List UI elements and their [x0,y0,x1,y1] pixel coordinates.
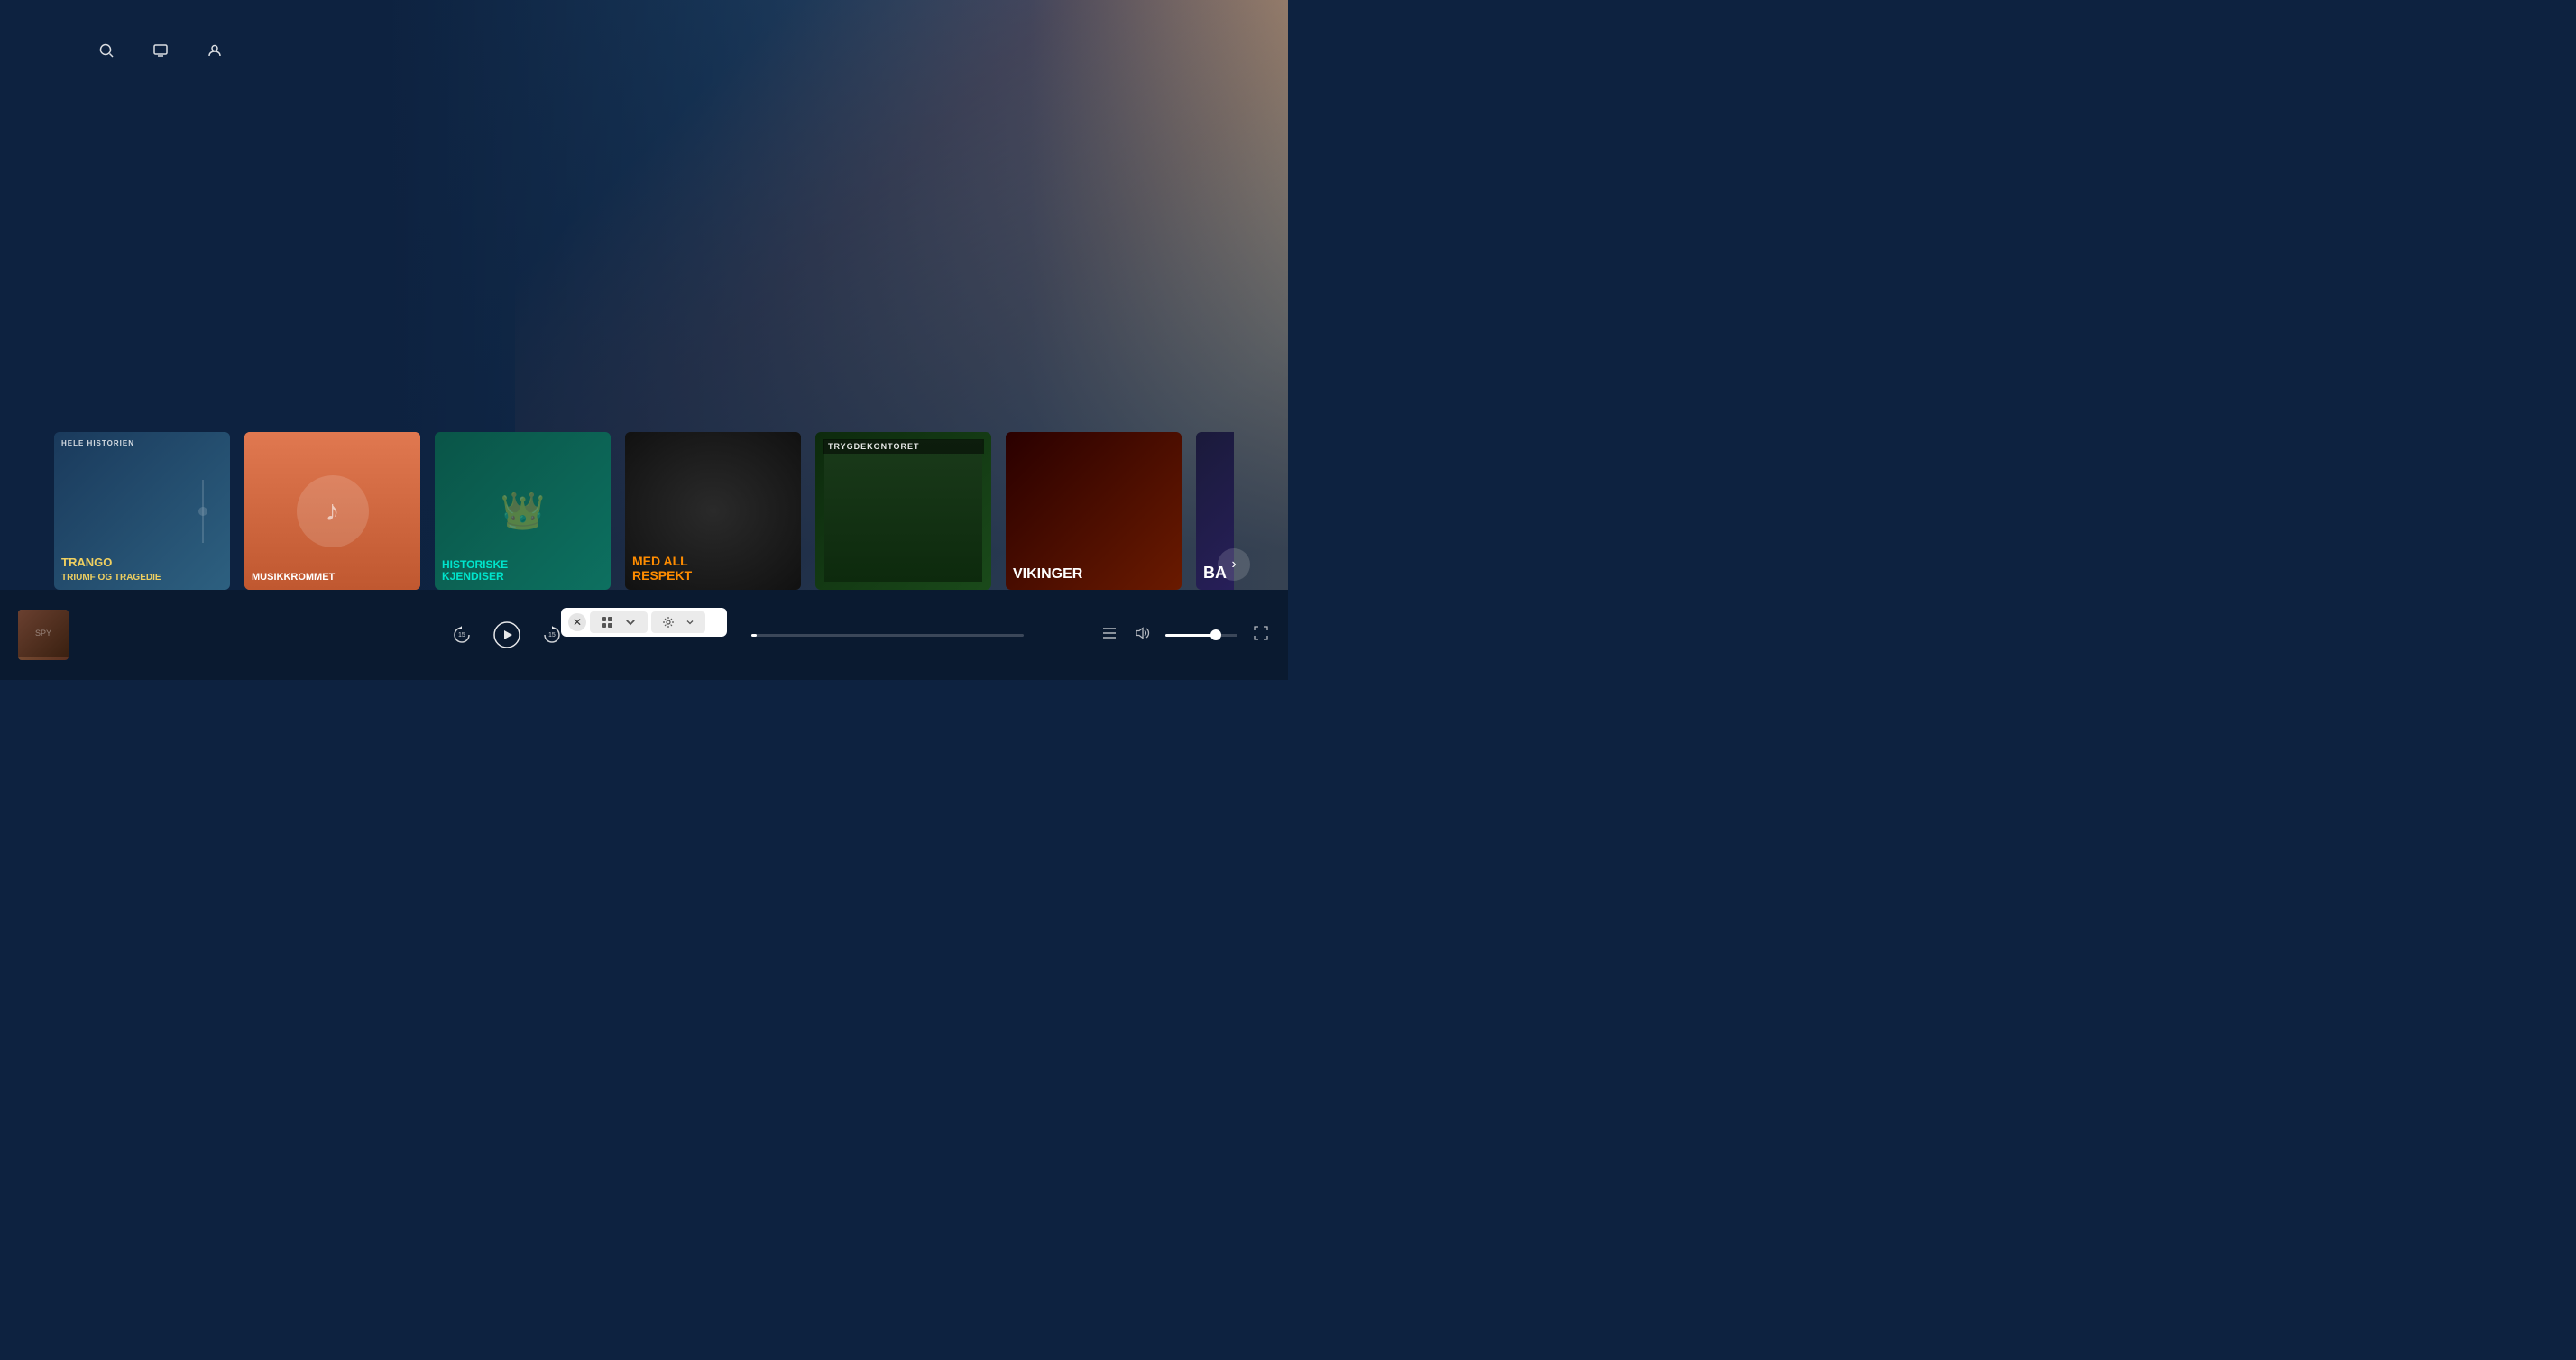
svg-text:15: 15 [548,632,556,639]
chevron-right-icon: › [1231,556,1236,573]
carousel-item-trango[interactable]: HELE HISTORIEN TRANGOTRIUMF OG TRAGEDIE [54,432,230,590]
top-bar [0,0,1288,14]
carousel-next-button[interactable]: › [1218,548,1250,581]
preset-button[interactable] [590,611,648,633]
main-nav [97,41,231,60]
card-title-historiske: HISTORISKEKJENDISER [442,559,603,583]
player-progress-area [711,634,1082,637]
nav-direct[interactable] [152,41,177,60]
card-title-med-all: MED ALLRESPEKT [632,555,794,583]
search-icon [97,41,115,60]
svg-text:15: 15 [458,632,465,639]
carousel-item-historiske[interactable]: 👑 HISTORISKEKJENDISER [435,432,611,590]
user-icon [206,41,224,60]
card-title-trango: TRANGOTRIUMF OG TRAGEDIE [61,556,223,583]
volume-slider[interactable] [1165,634,1237,637]
nav-explore[interactable] [97,41,123,60]
carousel-items: HELE HISTORIEN TRANGOTRIUMF OG TRAGEDIE … [54,432,1234,590]
card-title-musikkrommet: MUSIKKROMMET [252,572,413,583]
card-label-trygde: TRYGDEKONTORET [823,439,984,454]
player-thumbnail: SPY [18,610,69,660]
player-right-controls [1100,624,1270,647]
rewind-button[interactable]: 15 [449,622,474,648]
progress-track[interactable] [751,634,1024,637]
options-button[interactable] [651,611,705,633]
volume-button[interactable] [1133,624,1151,647]
progress-fill [751,634,757,637]
volume-fill [1165,634,1216,637]
carousel-item-trygde[interactable]: TRYGDEKONTORET [815,432,991,590]
card-title-vikinger: VIKINGER [1013,566,1174,583]
carousel-section: HELE HISTORIEN TRANGOTRIUMF OG TRAGEDIE … [0,432,1288,590]
queue-button[interactable] [1100,624,1118,647]
carousel-item-med-all[interactable]: MED ALLRESPEKT [625,432,801,590]
header [0,27,1288,74]
play-pause-button[interactable] [492,620,521,649]
carousel-item-vikinger[interactable]: VIKINGER [1006,432,1182,590]
preset-close-button[interactable]: ✕ [568,613,586,631]
close-icon: ✕ [573,616,582,629]
player-info [87,634,285,637]
fullscreen-button[interactable] [1252,624,1270,647]
nav-signin[interactable] [206,41,231,60]
thumbnail-image: SPY [18,610,69,660]
carousel-item-musikkrommet[interactable]: ♪ MUSIKKROMMET [244,432,420,590]
tv-icon [152,41,170,60]
volume-knob [1210,629,1221,640]
preset-bar: ✕ [561,608,727,637]
